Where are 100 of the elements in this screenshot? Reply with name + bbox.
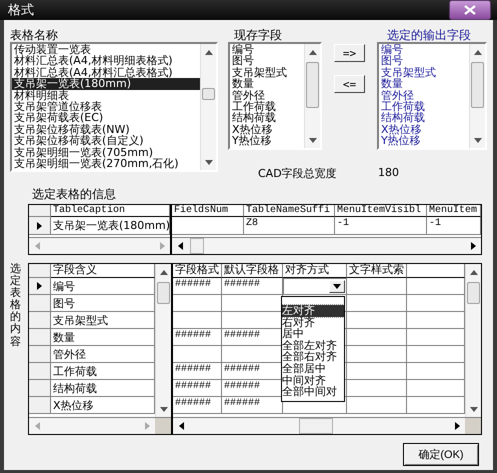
arrow-left-icon [176, 241, 184, 251]
column-header[interactable]: 字段格式 [173, 264, 222, 278]
list-item[interactable]: 支吊架位移荷载表(NW) [12, 124, 200, 136]
transfer-button[interactable]: => [334, 44, 365, 62]
dropdown-option[interactable]: 全部中间对 [282, 386, 344, 398]
list-item[interactable]: Y热位移 [230, 135, 304, 147]
table-name-list[interactable]: 传动装置一览表 材料汇总表(A4,材料明细表格式) 材料汇总表(A4,材料汇总表格式) 支吊架一览表(180mm) 材料明细表 支吊架管道位移表 支吊架荷载表(EC) 支吊架位移荷载表(NW) 支吊架位移荷载表(自定义) 支吊架明细一览表(705mm) 支吊架明细一览表(270mm,石化) [10, 42, 218, 172]
arrow-up-icon [468, 268, 478, 276]
output-field-list[interactable]: 编号 图号 支吊架型式 数量 管外径 工作荷载 结构荷载 X热位移 Y热位移 [377, 42, 487, 150]
dropdown-option[interactable]: 全部居中 [282, 362, 344, 375]
list-item[interactable]: 结构荷载 [230, 112, 304, 124]
arrow-up-icon [308, 48, 318, 56]
list-item[interactable]: X热位移 [230, 124, 304, 136]
list-item[interactable]: 支吊架明细一览表(270mm,石化) [12, 158, 200, 170]
table-cell [347, 278, 407, 295]
list-item[interactable]: 编号 [379, 44, 469, 56]
list-item[interactable]: 数量 [230, 78, 304, 90]
table-cell: ###### [173, 380, 222, 397]
list-item[interactable]: 材料汇总表(A4,材料汇总表格式) [12, 66, 200, 78]
table-cell: Z8 [244, 217, 335, 235]
scrollbar[interactable] [29, 237, 170, 254]
table-cell: ###### [173, 397, 222, 414]
table-cell: -1 [335, 217, 427, 235]
list-item[interactable]: 编号 [230, 44, 304, 56]
list-item[interactable]: Y热位移 [379, 135, 469, 147]
row-selector[interactable] [29, 278, 51, 295]
dropdown-option[interactable]: 居中 [282, 328, 344, 340]
list-item[interactable]: 图号 [230, 55, 304, 67]
scroll-thumb[interactable] [190, 238, 204, 254]
list-label: 选定的输出字段 [386, 28, 471, 42]
column-header[interactable]: MenuItem [427, 205, 481, 217]
column-header[interactable]: 默认字段格 [222, 264, 283, 278]
table-cell [347, 312, 407, 329]
alignment-combo[interactable] [283, 278, 347, 295]
column-header[interactable]: TableCaption [51, 205, 170, 217]
list-item[interactable]: 支吊架型式 [379, 66, 469, 78]
table-cell [173, 295, 222, 312]
list-item[interactable]: 工作荷载 [379, 101, 469, 112]
arrow-right-icon [470, 241, 476, 251]
field-list[interactable]: 编号 图号 支吊架型式 数量 管外径 工作荷载 结构荷载 X热位移 Y热位移 [228, 42, 322, 150]
list-label: 表格名称 [10, 28, 58, 42]
arrow-left-icon [34, 421, 40, 431]
column-header[interactable]: MenuItemVisibl [335, 205, 427, 217]
content-grid[interactable]: 字段含义 字段格式 默认字段格 对齐方式 文字样式索 编号 ###### ###### 图号 支吊架型式 数量 ###### ###### 管外径 工作荷载 ###### ###### 结构荷载 ###### ###### X热位移 ###### ###### 左对齐 右对齐 居中 全部左对齐 全部右对齐 全部居中 中间对齐 全部中间对 [28, 263, 482, 435]
list-item[interactable]: 支吊架一览表(180mm) [12, 78, 200, 90]
list-item[interactable]: 材料明细表 [12, 90, 200, 102]
column-header[interactable]: FieldsNum [172, 205, 244, 217]
arrow-up-icon [472, 48, 482, 56]
corner-cell [29, 205, 51, 217]
table-cell [347, 346, 407, 363]
arrow-down-icon [204, 158, 214, 166]
arrow-up-icon [158, 268, 168, 276]
arrow-left-icon [34, 241, 40, 251]
list-item[interactable]: 支吊架明细一览表(705mm) [12, 146, 200, 158]
dropdown-option[interactable]: 右对齐 [282, 316, 344, 328]
list-item[interactable]: 管外径 [379, 90, 469, 102]
ok-button[interactable]: 确定(OK) [403, 443, 479, 466]
arrow-right-icon [158, 241, 166, 251]
arrow-down-icon [158, 406, 168, 412]
column-header[interactable]: TableNameSuffi [244, 205, 335, 217]
scroll-thumb[interactable] [467, 282, 480, 304]
list-item[interactable]: 结构荷载 [379, 112, 469, 124]
scroll-thumb[interactable] [471, 62, 484, 108]
dropdown-option[interactable]: 全部右对齐 [282, 351, 344, 363]
list-item[interactable]: 管外径 [230, 90, 304, 102]
window-title: 格式 [8, 2, 34, 19]
scrollbar[interactable] [29, 417, 171, 434]
column-header[interactable]: 文字样式索 [347, 264, 407, 278]
list-item[interactable]: 支吊架管道位移表 [12, 101, 200, 112]
table-cell: ###### [173, 363, 222, 380]
close-icon [464, 5, 476, 15]
list-item[interactable]: X热位移 [379, 124, 469, 136]
arrow-down-icon [472, 136, 482, 144]
dropdown-option[interactable]: 左对齐 [282, 305, 344, 317]
scroll-thumb[interactable] [306, 62, 319, 108]
list-item[interactable]: 材料汇总表(A4,材料明细表格式) [12, 55, 200, 67]
arrow-down-icon [308, 136, 318, 144]
list-item[interactable]: 图号 [379, 55, 469, 67]
scroll-thumb[interactable] [202, 88, 215, 100]
scrollbar[interactable] [172, 237, 481, 254]
table-cell [347, 329, 407, 346]
list-item[interactable]: 传动装置一览表 [12, 44, 200, 56]
info-grid[interactable]: TableCaption FieldsNum TableNameSuffi MenuItemVisibl MenuItem 支吊架一览表(180mm) Z8 -1 -1 [28, 204, 482, 255]
list-item[interactable]: 支吊架荷载表(EC) [12, 112, 200, 124]
dropdown-option[interactable]: 中间对齐 [282, 374, 344, 386]
transfer-button[interactable]: <= [334, 75, 365, 93]
table-cell [347, 295, 407, 312]
list-item[interactable]: 支吊架位移荷载表(自定义) [12, 135, 200, 147]
list-item[interactable]: 数量 [379, 78, 469, 90]
dropdown-option[interactable]: 全部左对齐 [282, 340, 344, 352]
list-item[interactable]: 支吊架型式 [230, 66, 304, 78]
close-button[interactable] [449, 0, 491, 20]
row-selector[interactable] [29, 217, 51, 235]
scroll-thumb[interactable] [157, 282, 170, 304]
table-cell: 支吊架一览表(180mm) [51, 217, 170, 235]
scrollbar[interactable] [173, 417, 481, 434]
list-item[interactable]: 工作荷载 [230, 101, 304, 112]
scroll-thumb[interactable] [299, 418, 333, 434]
row-pointer-icon [36, 281, 43, 291]
table-cell: -1 [427, 217, 481, 235]
